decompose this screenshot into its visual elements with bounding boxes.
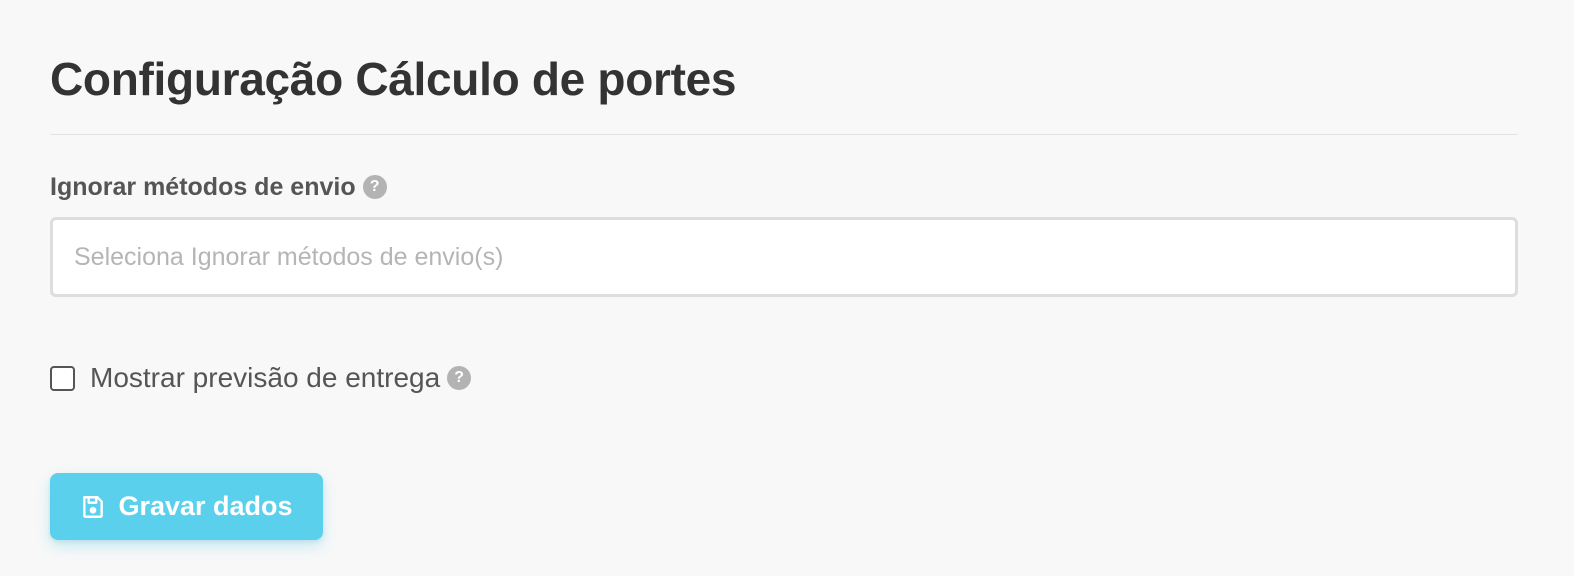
page-title: Configuração Cálculo de portes (50, 53, 737, 105)
help-icon[interactable]: ? (362, 175, 387, 199)
config-form: Configuração Cálculo de portes Ignorar m… (50, 0, 1518, 540)
shipping-methods-select[interactable]: Seleciona Ignorar métodos de envio(s) (50, 217, 1518, 297)
save-button-label: Gravar dados (118, 491, 293, 521)
shipping-methods-label-row: Ignorar métodos de envio ? (50, 173, 1518, 201)
delivery-estimate-checkbox[interactable] (50, 365, 75, 391)
shipping-methods-label: Ignorar métodos de envio (50, 172, 356, 201)
delivery-estimate-row: Mostrar previsão de entrega ? (50, 361, 1518, 395)
delivery-estimate-label[interactable]: Mostrar previsão de entrega (90, 362, 440, 394)
divider (50, 134, 1518, 135)
floppy-disk-icon (80, 494, 106, 520)
save-button[interactable]: Gravar dados (50, 473, 323, 540)
shipping-methods-placeholder: Seleciona Ignorar métodos de envio(s) (74, 242, 504, 271)
help-icon[interactable]: ? (447, 366, 472, 390)
